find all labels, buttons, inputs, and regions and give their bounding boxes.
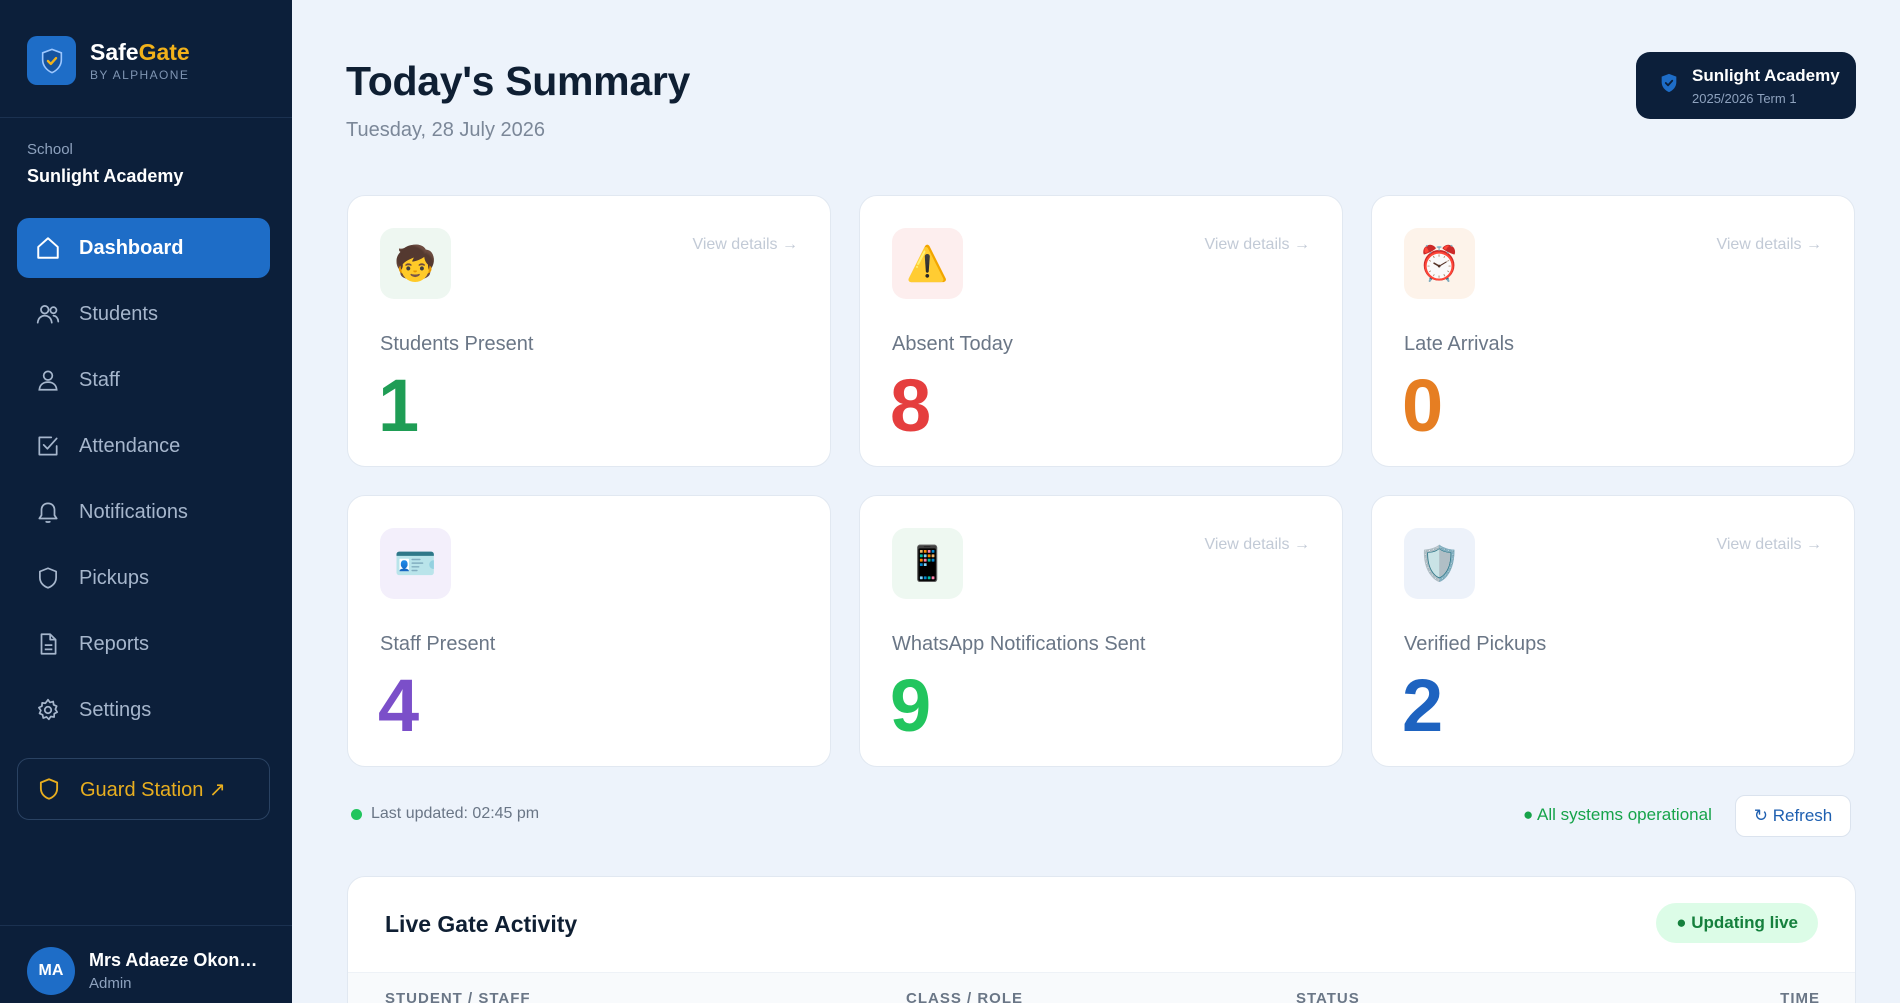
stat-card-verified-pickups[interactable]: 🛡️ View details → Verified Pickups 2 [1371, 495, 1855, 767]
user-icon [35, 367, 61, 393]
view-details-link[interactable]: View details → [1716, 536, 1822, 554]
school-switcher[interactable]: Sunlight Academy 2025/2026 Term 1 [1636, 52, 1856, 119]
sidebar-item-staff[interactable]: Staff [17, 350, 270, 410]
guard-station-label: Guard Station ↗ [80, 778, 226, 801]
school-chip-name: Sunlight Academy [1692, 65, 1840, 85]
view-details-link[interactable]: View details → [1204, 236, 1310, 254]
document-icon [35, 631, 61, 657]
brand[interactable]: SafeGate BY ALPHAONE [27, 36, 190, 85]
student-face-icon: 🧒 [380, 228, 451, 299]
stat-card-staff-present[interactable]: 🪪 Staff Present 4 [347, 495, 831, 767]
sidebar-divider [0, 925, 292, 926]
user-name: Mrs Adaeze Okonkwo [89, 950, 259, 970]
school-chip-term: 2025/2026 Term 1 [1692, 90, 1797, 106]
status-dot-icon [351, 808, 362, 820]
stat-label: WhatsApp Notifications Sent [892, 633, 1146, 655]
id-card-icon: 🪪 [380, 528, 451, 599]
sidebar-item-label: Students [79, 302, 158, 325]
home-icon [35, 235, 61, 261]
shield-check-icon [1658, 72, 1680, 99]
sidebar-item-attendance[interactable]: Attendance [17, 416, 270, 476]
sidebar-item-label: Settings [79, 698, 152, 721]
live-gate-activity-panel: Live Gate Activity ● Updating live STUDE… [347, 876, 1856, 1003]
stat-card-absent-today[interactable]: ⚠️ View details → Absent Today 8 [859, 195, 1343, 467]
sidebar-item-label: Dashboard [79, 236, 184, 259]
column-header-status[interactable]: STATUS [1296, 990, 1360, 1003]
brand-subtitle: BY ALPHAONE [90, 68, 190, 82]
sidebar-item-label: Attendance [79, 434, 181, 457]
stat-value: 1 [378, 364, 420, 447]
stat-label: Late Arrivals [1404, 333, 1515, 355]
last-updated-text: Last updated: 02:45 pm [371, 805, 540, 822]
page-title: Today's Summary [346, 58, 691, 104]
user-role: Admin [89, 975, 132, 992]
stat-card-whatsapp-notifications[interactable]: 📱 View details → WhatsApp Notifications … [859, 495, 1343, 767]
school-label: School [27, 141, 73, 158]
sidebar-item-settings[interactable]: Settings [17, 680, 270, 740]
sidebar-item-dashboard[interactable]: Dashboard [17, 218, 270, 278]
column-header-student-staff[interactable]: STUDENT / STAFF [385, 990, 531, 1003]
refresh-button[interactable]: ↻ Refresh [1735, 795, 1851, 837]
sidebar-item-label: Pickups [79, 566, 150, 589]
bell-icon [35, 499, 61, 525]
phone-icon: 📱 [892, 528, 963, 599]
view-details-link[interactable]: View details → [692, 236, 798, 254]
warning-icon: ⚠️ [892, 228, 963, 299]
view-details-link[interactable]: View details → [1204, 536, 1310, 554]
last-updated: Last updated: 02:45 pm [351, 805, 539, 823]
school-name: Sunlight Academy [27, 166, 184, 186]
stat-label: Verified Pickups [1404, 633, 1547, 655]
stat-value: 0 [1402, 364, 1444, 447]
stat-label: Staff Present [380, 633, 496, 655]
stat-value: 9 [890, 664, 932, 747]
sidebar-nav: Dashboard Students Staff Attendance Noti… [17, 218, 270, 746]
stat-value: 2 [1402, 664, 1444, 747]
brand-name-part1: Safe [90, 39, 139, 65]
brand-name-part2: Gate [138, 39, 190, 65]
stat-value: 4 [378, 664, 420, 747]
shield-icon: 🛡️ [1404, 528, 1475, 599]
shield-icon [36, 776, 62, 802]
stat-label: Students Present [380, 333, 534, 355]
shield-icon [35, 565, 61, 591]
guard-station-button[interactable]: Guard Station ↗ [17, 758, 270, 820]
view-details-link[interactable]: View details → [1716, 236, 1822, 254]
sidebar-item-students[interactable]: Students [17, 284, 270, 344]
sidebar-divider [0, 117, 292, 118]
sidebar-item-reports[interactable]: Reports [17, 614, 270, 674]
stats-grid: 🧒 View details → Students Present 1 ⚠️ V… [347, 195, 1856, 767]
shield-logo-icon [27, 36, 76, 85]
users-icon [35, 301, 61, 327]
sidebar-item-label: Notifications [79, 500, 188, 523]
page-date: Tuesday, 28 July 2026 [346, 119, 546, 141]
live-status-badge: ● Updating live [1656, 903, 1818, 943]
check-square-icon [35, 433, 61, 459]
sidebar-item-label: Reports [79, 632, 150, 655]
gear-icon [35, 697, 61, 723]
table-header: STUDENT / STAFF CLASS / ROLE STATUS TIME [348, 972, 1855, 1003]
alarm-clock-icon: ⏰ [1404, 228, 1475, 299]
avatar: MA [27, 947, 75, 995]
systems-status: ● All systems operational [1523, 805, 1712, 824]
stat-card-students-present[interactable]: 🧒 View details → Students Present 1 [347, 195, 831, 467]
user-profile[interactable]: MA Mrs Adaeze Okonkwo Admin [27, 947, 259, 995]
live-gate-activity-title: Live Gate Activity [385, 911, 578, 937]
brand-name: SafeGate [90, 39, 190, 65]
sidebar-item-label: Staff [79, 368, 120, 391]
sidebar-item-pickups[interactable]: Pickups [17, 548, 270, 608]
stat-card-late-arrivals[interactable]: ⏰ View details → Late Arrivals 0 [1371, 195, 1855, 467]
sidebar: SafeGate BY ALPHAONE School Sunlight Aca… [0, 0, 292, 1003]
stat-label: Absent Today [892, 333, 1013, 355]
column-header-class-role[interactable]: CLASS / ROLE [906, 990, 1023, 1003]
stat-value: 8 [890, 364, 932, 447]
column-header-time[interactable]: TIME [1780, 990, 1820, 1003]
sidebar-item-notifications[interactable]: Notifications [17, 482, 270, 542]
